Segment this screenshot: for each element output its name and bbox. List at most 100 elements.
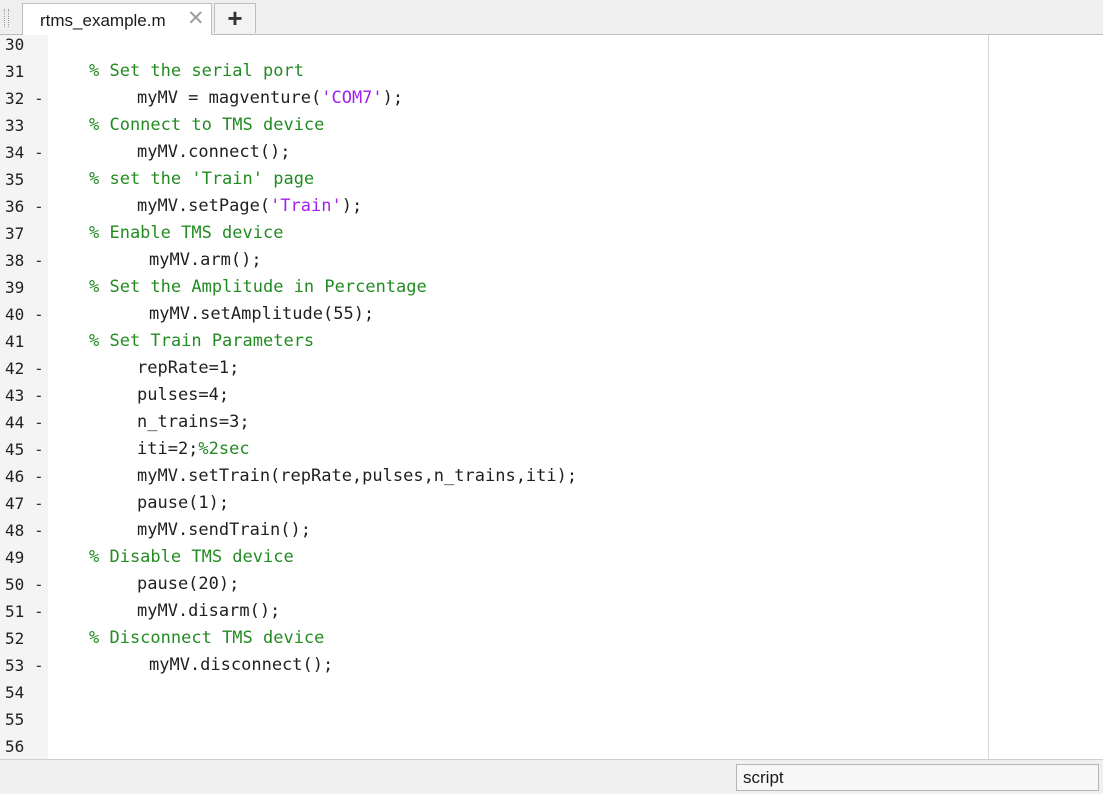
code-line[interactable]: 45- iti=2;%2sec [0, 436, 1000, 463]
code-line[interactable]: 47- pause(1); [0, 490, 1000, 517]
breakpoint-marker[interactable]: - [34, 490, 44, 517]
code-line[interactable]: 30 [0, 31, 1000, 58]
breakpoint-marker[interactable]: - [34, 301, 44, 328]
code-text: myMV.connect(); [137, 139, 291, 166]
code-text: % Disconnect TMS device [89, 625, 324, 652]
line-number: 34 [5, 143, 25, 162]
code-string: 'Train' [270, 196, 342, 216]
code-line[interactable]: 42- repRate=1; [0, 355, 1000, 382]
code-text: myMV.setAmplitude(55); [149, 301, 374, 328]
breakpoint-marker[interactable]: - [34, 409, 44, 436]
code-token: n_trains=3; [137, 412, 250, 432]
line-number: 52 [5, 629, 25, 648]
line-number: 41 [5, 332, 25, 351]
code-text: % Connect to TMS device [89, 112, 324, 139]
code-line[interactable]: 33 % Connect to TMS device [0, 112, 1000, 139]
code-line[interactable]: 48- myMV.sendTrain(); [0, 517, 1000, 544]
line-number: 56 [5, 737, 25, 756]
code-text: repRate=1; [137, 355, 239, 382]
code-comment: % Set the serial port [89, 61, 304, 81]
line-number: 35 [5, 170, 25, 189]
breakpoint-marker[interactable]: - [34, 571, 44, 598]
code-line[interactable]: 50- pause(20); [0, 571, 1000, 598]
code-line[interactable]: 51- myMV.disarm(); [0, 598, 1000, 625]
code-token: ); [341, 196, 363, 216]
code-comment: % Disable TMS device [89, 547, 294, 567]
code-line[interactable]: 39 % Set the Amplitude in Percentage [0, 274, 1000, 301]
code-comment: % Set Train Parameters [89, 331, 315, 351]
code-text: % Enable TMS device [89, 220, 283, 247]
code-comment: % set the 'Train' page [89, 169, 315, 189]
line-number: 37 [5, 224, 25, 243]
code-text: pulses=4; [137, 382, 229, 409]
code-comment: % Disconnect TMS device [89, 628, 325, 648]
code-comment: %2sec [198, 439, 250, 459]
code-line[interactable]: 31 % Set the serial port [0, 58, 1000, 85]
code-text: % Set the Amplitude in Percentage [89, 274, 427, 301]
code-line[interactable]: 38- myMV.arm(); [0, 247, 1000, 274]
line-number: 51 [5, 602, 25, 621]
code-line[interactable]: 41 % Set Train Parameters [0, 328, 1000, 355]
code-token: myMV.disconnect(); [149, 655, 334, 675]
code-line[interactable]: 44- n_trains=3; [0, 409, 1000, 436]
breakpoint-marker[interactable]: - [34, 247, 44, 274]
code-line[interactable]: 46- myMV.setTrain(repRate,pulses,n_trains… [0, 463, 1000, 490]
code-line[interactable]: 32- myMV = magventure('COM7'); [0, 85, 1000, 112]
code-text: myMV.sendTrain(); [137, 517, 311, 544]
code-token: iti=2; [137, 439, 199, 459]
breakpoint-marker[interactable]: - [34, 355, 44, 382]
line-number: 55 [5, 710, 25, 729]
breakpoint-marker[interactable]: - [34, 463, 44, 490]
code-line[interactable]: 34- myMV.connect(); [0, 139, 1000, 166]
line-number: 42 [5, 359, 25, 378]
code-token: repRate=1; [137, 358, 240, 378]
breakpoint-marker[interactable]: - [34, 139, 44, 166]
code-line[interactable]: 35 % set the 'Train' page [0, 166, 1000, 193]
line-number: 43 [5, 386, 25, 405]
code-line[interactable]: 49 % Disable TMS device [0, 544, 1000, 571]
code-line[interactable]: 56 [0, 733, 1000, 760]
line-number: 45 [5, 440, 25, 459]
code-line[interactable]: 55 [0, 706, 1000, 733]
breakpoint-marker[interactable]: - [34, 652, 44, 679]
line-number: 48 [5, 521, 25, 540]
line-number: 44 [5, 413, 25, 432]
code-line[interactable]: 37 % Enable TMS device [0, 220, 1000, 247]
code-line[interactable]: 53- myMV.disconnect(); [0, 652, 1000, 679]
code-line[interactable]: 43- pulses=4; [0, 382, 1000, 409]
code-line[interactable]: 40- myMV.setAmplitude(55); [0, 301, 1000, 328]
code-token: myMV.arm(); [149, 250, 262, 270]
status-bar: script [0, 759, 1103, 794]
code-text: myMV.disconnect(); [149, 652, 333, 679]
new-tab-button[interactable]: + [214, 3, 256, 33]
code-text: myMV = magventure('COM7'); [137, 85, 403, 112]
line-number: 31 [5, 62, 25, 81]
code-line[interactable]: 54 [0, 679, 1000, 706]
breakpoint-marker[interactable]: - [34, 598, 44, 625]
code-token: myMV.disarm(); [137, 601, 281, 621]
code-line[interactable]: 36- myMV.setPage('Train'); [0, 193, 1000, 220]
code-token: myMV = magventure( [137, 88, 322, 108]
breakpoint-marker[interactable]: - [34, 517, 44, 544]
code-token: pulses=4; [137, 385, 230, 405]
code-line[interactable]: 52 % Disconnect TMS device [0, 625, 1000, 652]
line-number: 49 [5, 548, 25, 567]
breakpoint-marker[interactable]: - [34, 193, 44, 220]
code-token: pause(20); [137, 574, 240, 594]
code-comment: % Connect to TMS device [89, 115, 325, 135]
line-number: 32 [5, 89, 25, 108]
close-icon[interactable]: ✕ [187, 7, 205, 31]
breakpoint-marker[interactable]: - [34, 85, 44, 112]
tab-bar-grip-handle[interactable] [4, 9, 9, 27]
code-text: % set the 'Train' page [89, 166, 314, 193]
code-token: ); [382, 88, 404, 108]
breakpoint-marker[interactable]: - [34, 382, 44, 409]
line-number: 46 [5, 467, 25, 486]
code-token: myMV.setAmplitude(55); [149, 304, 375, 324]
line-number: 30 [5, 35, 25, 54]
code-text: pause(1); [137, 490, 229, 517]
code-text: myMV.setTrain(repRate,pulses,n_trains,it… [137, 463, 577, 490]
breakpoint-marker[interactable]: - [34, 436, 44, 463]
code-text: iti=2;%2sec [137, 436, 250, 463]
line-number: 39 [5, 278, 25, 297]
